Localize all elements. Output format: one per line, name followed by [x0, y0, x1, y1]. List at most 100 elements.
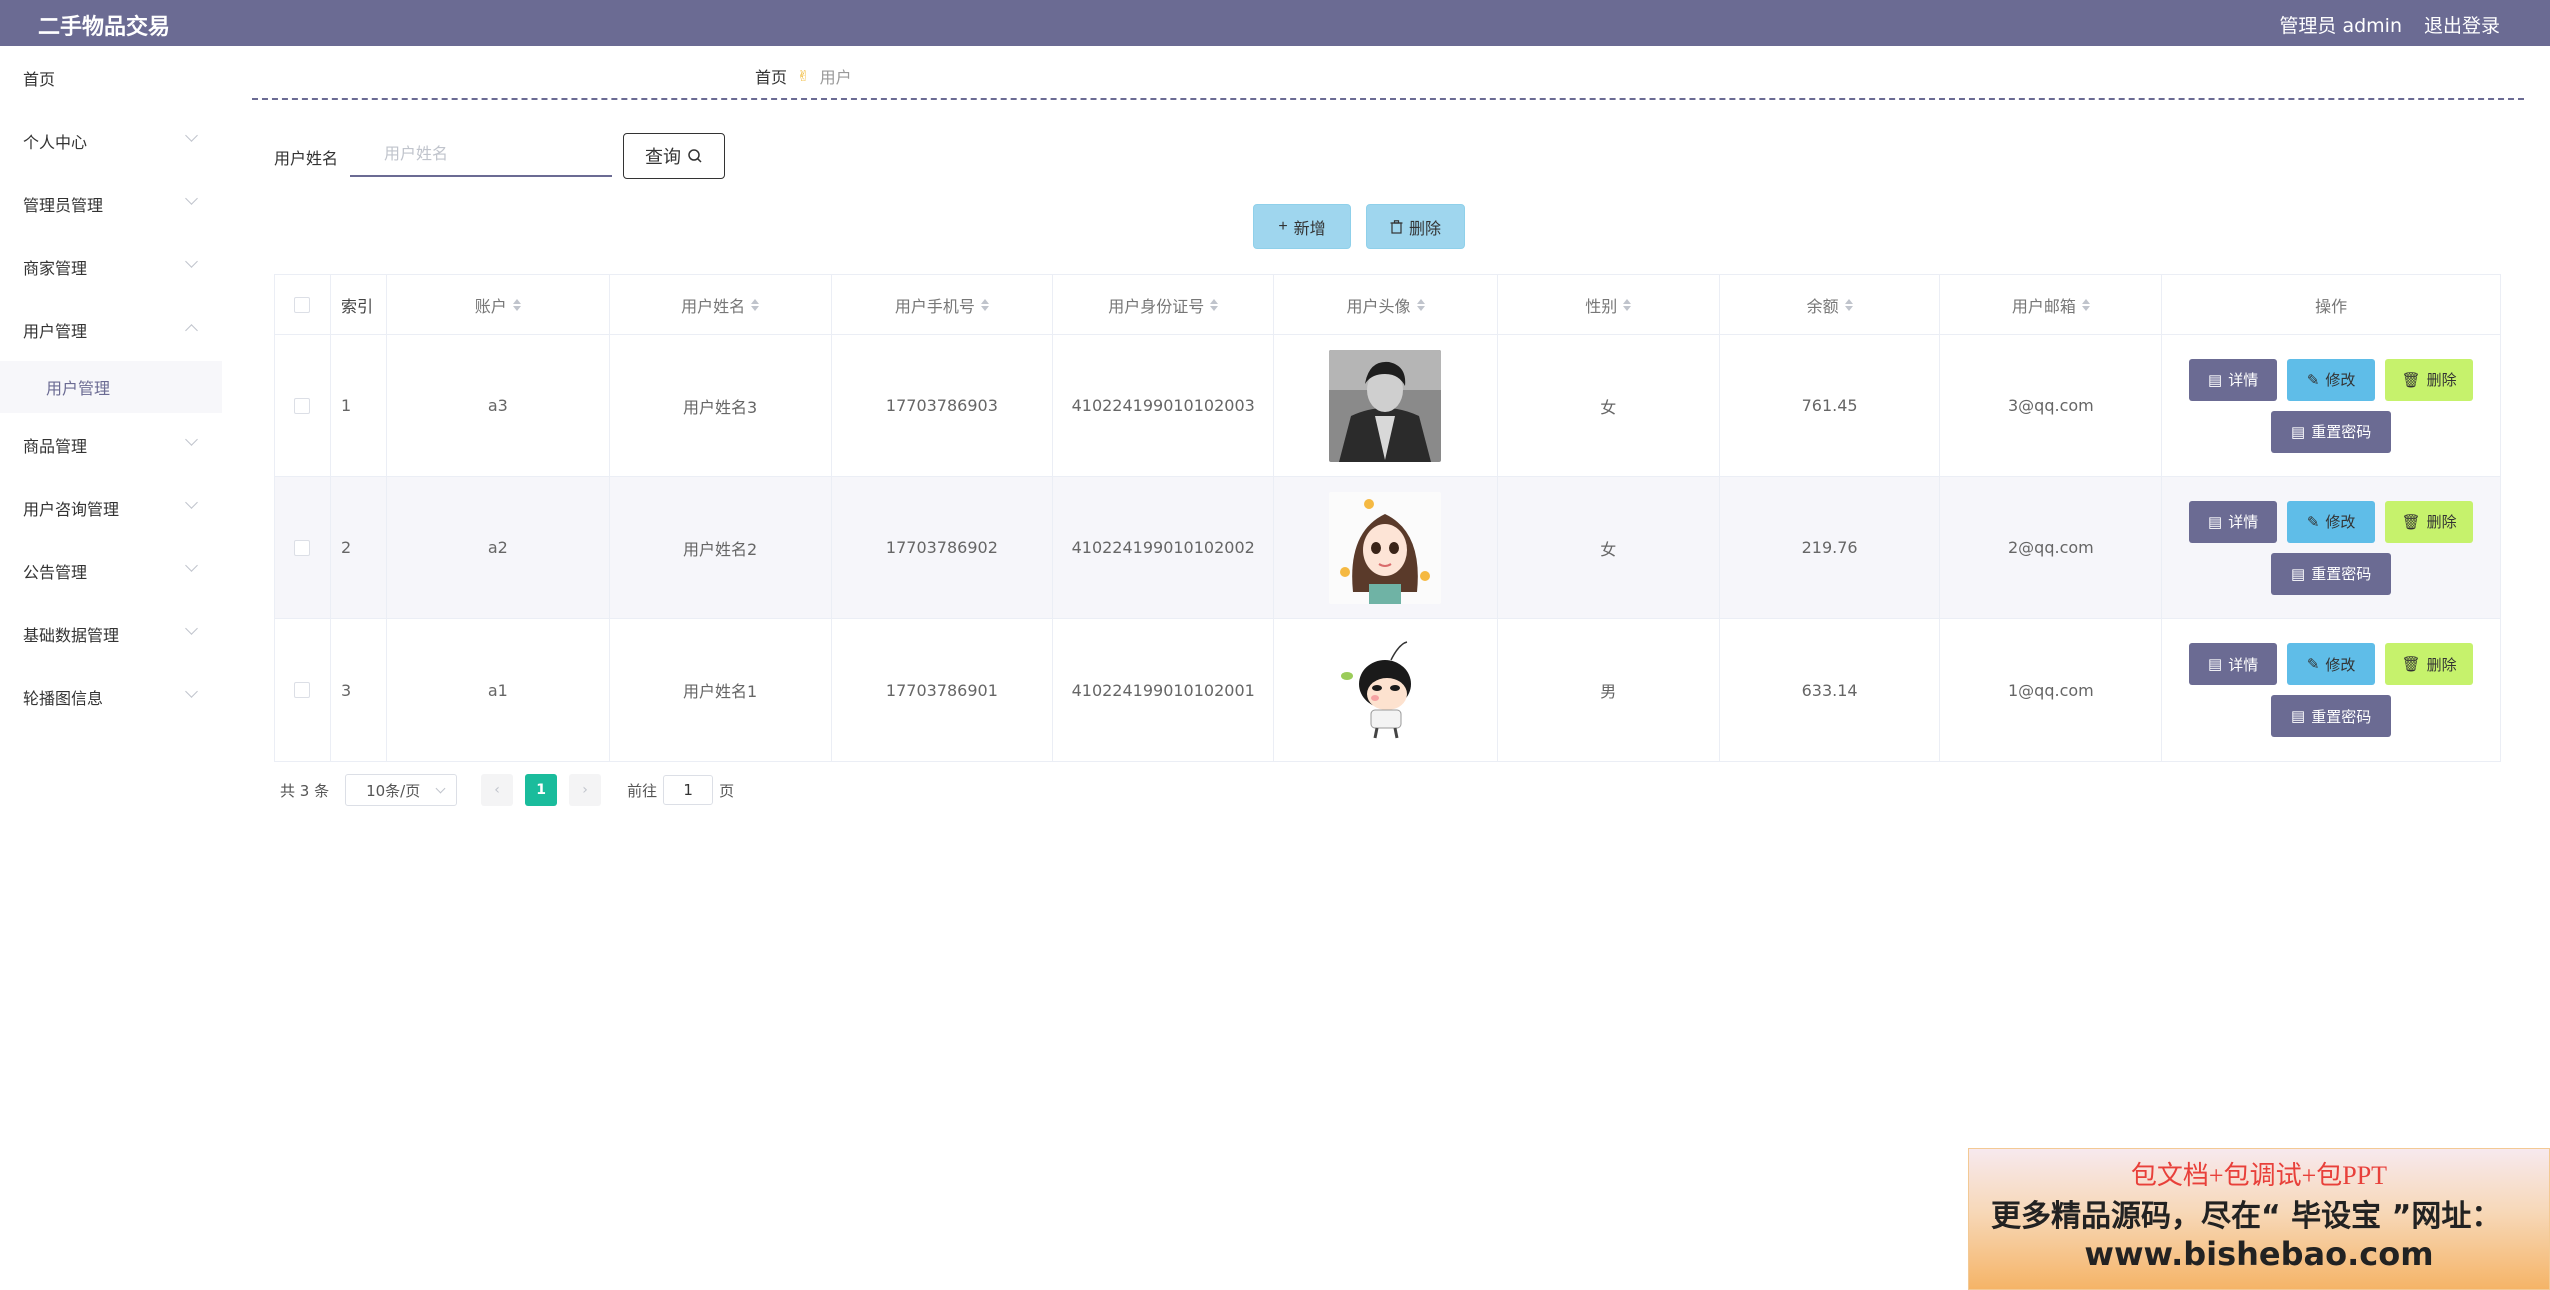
- sort-icon[interactable]: [1844, 298, 1853, 311]
- sort-icon[interactable]: [980, 298, 989, 311]
- row-checkbox[interactable]: [294, 539, 311, 556]
- add-button[interactable]: + 新增: [1253, 204, 1351, 249]
- cell-sex: 女: [1498, 477, 1720, 618]
- sidebar-item-merchant-management[interactable]: 商家管理: [0, 235, 222, 298]
- chevron-down-icon: [185, 129, 198, 142]
- page-number-current[interactable]: 1: [525, 774, 558, 806]
- query-button[interactable]: 查询: [623, 133, 725, 179]
- avatar-image[interactable]: [1329, 491, 1442, 604]
- sidebar-item-base-data-management[interactable]: 基础数据管理: [0, 602, 222, 665]
- chevron-down-icon: [185, 685, 198, 698]
- page-size-select[interactable]: 10条/页: [345, 774, 458, 806]
- edit-button[interactable]: ✎ 修改: [2287, 643, 2376, 685]
- goto-page: 前往 1 页: [627, 775, 734, 805]
- sidebar-item-label: 商品管理: [23, 436, 88, 456]
- divider: [252, 98, 2524, 100]
- sort-icon[interactable]: [1210, 298, 1219, 311]
- cell-email: 2@qq.com: [1940, 477, 2163, 618]
- search-input[interactable]: [350, 135, 612, 177]
- cell-balance: 633.14: [1720, 619, 1941, 761]
- header-email[interactable]: 用户邮箱: [1940, 275, 2163, 334]
- batch-delete-button[interactable]: 删除: [1366, 204, 1465, 249]
- header-balance[interactable]: 余额: [1720, 275, 1941, 334]
- breadcrumb-home[interactable]: 首页: [755, 64, 787, 88]
- prev-page-button[interactable]: ‹: [481, 774, 514, 806]
- sidebar-item-label: 用户管理: [23, 321, 88, 341]
- edit-button[interactable]: ✎ 修改: [2287, 500, 2376, 543]
- delete-button[interactable]: 🗑 删除: [2385, 358, 2474, 401]
- delete-button[interactable]: 🗑 删除: [2385, 643, 2474, 685]
- row-checkbox[interactable]: [294, 682, 311, 698]
- reset-password-button[interactable]: ▤ 重置密码: [2271, 552, 2392, 595]
- batch-delete-label: 删除: [1408, 220, 1441, 238]
- sidebar-item-label: 商家管理: [23, 258, 88, 278]
- plus-icon: +: [1278, 217, 1288, 235]
- logout-link[interactable]: 退出登录: [2424, 11, 2500, 38]
- cell-name: 用户姓名1: [610, 619, 832, 761]
- banner-url[interactable]: www.bishebao.com: [1969, 1235, 2549, 1273]
- sort-icon[interactable]: [2081, 298, 2090, 311]
- sort-icon[interactable]: [1416, 298, 1425, 311]
- avatar-image[interactable]: [1329, 634, 1442, 746]
- goto-page-input[interactable]: 1: [663, 775, 714, 805]
- header-operations: 操作: [2315, 296, 2348, 316]
- chevron-down-icon: [185, 255, 198, 268]
- user-table: 索引 账户 用户姓名 用户手机号 用户身份证号 用户头像 性别 余额 用户邮箱 …: [274, 274, 2501, 762]
- sort-icon[interactable]: [751, 298, 760, 311]
- hand-icon: ✌: [797, 67, 810, 85]
- admin-label: 管理员 admin: [2279, 15, 2402, 37]
- cell-name: 用户姓名2: [610, 477, 832, 618]
- next-page-button[interactable]: ›: [569, 774, 602, 806]
- cell-index: 2: [331, 477, 387, 618]
- sidebar-item-personal-center[interactable]: 个人中心: [0, 109, 222, 172]
- cell-index: 3: [331, 619, 387, 761]
- pencil-icon: ✎: [2306, 371, 2320, 389]
- header-account[interactable]: 账户: [387, 275, 610, 334]
- page: 二手物品交易 管理员 admin 退出登录 首页 个人中心 管理员管理 商家管理…: [0, 0, 2550, 1290]
- header-select-all[interactable]: [275, 275, 331, 334]
- cell-balance: 219.76: [1720, 477, 1941, 618]
- sidebar-item-carousel-info[interactable]: 轮播图信息: [0, 665, 222, 728]
- header-id-card[interactable]: 用户身份证号: [1053, 275, 1275, 334]
- header-phone[interactable]: 用户手机号: [832, 275, 1054, 334]
- sidebar-item-home[interactable]: 首页: [0, 46, 222, 109]
- sort-icon[interactable]: [1623, 298, 1632, 311]
- brand-title: 二手物品交易: [38, 15, 171, 40]
- sidebar-item-label: 首页: [23, 69, 56, 89]
- table-row: 1 a3 用户姓名3 17703786903 41022419901010200…: [275, 335, 2500, 477]
- sidebar-item-consult-management[interactable]: 用户咨询管理: [0, 476, 222, 539]
- delete-button[interactable]: 🗑 删除: [2385, 500, 2474, 543]
- header-sex[interactable]: 性别: [1498, 275, 1720, 334]
- sidebar-subitem-label: 用户管理: [46, 379, 111, 398]
- sidebar-item-admin-management[interactable]: 管理员管理: [0, 172, 222, 235]
- cell-id-card: 410224199010102002: [1053, 477, 1275, 618]
- cell-index: 1: [331, 335, 387, 476]
- sidebar-item-goods-management[interactable]: 商品管理: [0, 413, 222, 476]
- edit-button[interactable]: ✎ 修改: [2287, 358, 2376, 401]
- header-index: 索引: [331, 275, 387, 334]
- chevron-left-icon: ‹: [494, 782, 500, 798]
- sort-icon[interactable]: [512, 298, 521, 311]
- cell-phone: 17703786903: [832, 335, 1054, 476]
- cell-email: 1@qq.com: [1940, 619, 2163, 761]
- header-avatar[interactable]: 用户头像: [1274, 275, 1498, 334]
- row-checkbox[interactable]: [294, 397, 311, 414]
- header-name[interactable]: 用户姓名: [610, 275, 832, 334]
- sidebar-item-user-management[interactable]: 用户管理: [0, 298, 222, 361]
- sidebar-item-label: 管理员管理: [23, 195, 104, 215]
- reset-password-button[interactable]: ▤ 重置密码: [2271, 410, 2392, 453]
- avatar-image[interactable]: [1329, 349, 1442, 462]
- sidebar-item-notice-management[interactable]: 公告管理: [0, 539, 222, 602]
- detail-button[interactable]: ▤ 详情: [2189, 643, 2278, 685]
- detail-button[interactable]: ▤ 详情: [2189, 358, 2278, 401]
- detail-button[interactable]: ▤ 详情: [2189, 500, 2278, 543]
- chevron-down-icon: [435, 783, 446, 794]
- reset-password-button[interactable]: ▤ 重置密码: [2271, 695, 2392, 737]
- cell-email: 3@qq.com: [1940, 335, 2163, 476]
- cell-account: a2: [387, 477, 610, 618]
- promo-banner: 包文档+包调试+包PPT 更多精品源码，尽在“ 毕设宝 ”网址： www.bis…: [1968, 1148, 2550, 1290]
- sidebar-subitem-user-management[interactable]: 用户管理: [0, 361, 222, 413]
- pagination-total: 共 3 条: [280, 781, 330, 800]
- select-all-checkbox[interactable]: [294, 296, 311, 313]
- table-header: 索引 账户 用户姓名 用户手机号 用户身份证号 用户头像 性别 余额 用户邮箱 …: [275, 275, 2500, 335]
